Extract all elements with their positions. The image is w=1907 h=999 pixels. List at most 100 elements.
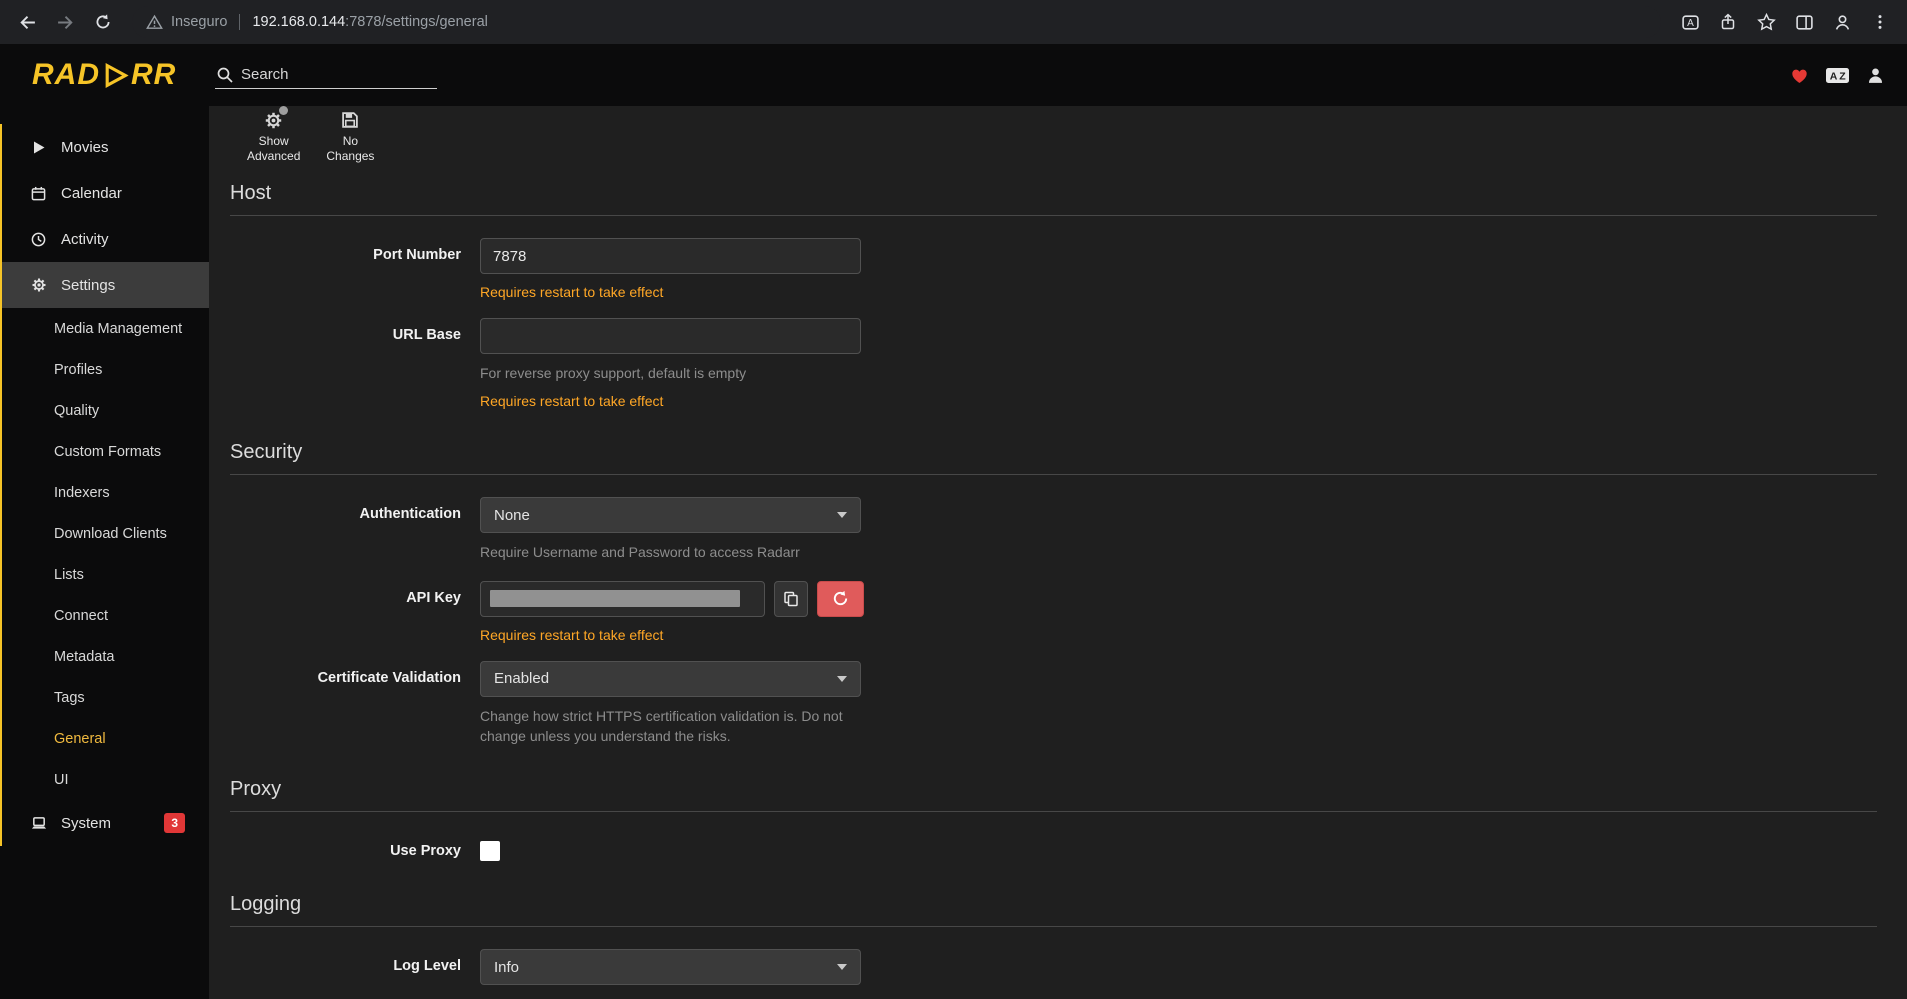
authentication-value: None [494,507,530,524]
port-number-label: Port Number [230,238,480,300]
sub-item-label: Profiles [54,362,102,378]
url-base-label: URL Base [230,318,480,409]
no-changes-label-2: Changes [326,149,374,163]
user-menu-button[interactable] [1866,66,1885,85]
logo-play-icon [102,62,129,89]
sub-item-label: Tags [54,690,85,706]
chevron-down-icon [837,676,847,682]
sidebar-item-metadata[interactable]: Metadata [2,636,209,677]
address-bar[interactable]: Inseguro 192.168.0.144:7878/settings/gen… [132,6,1661,38]
sub-item-label: Indexers [54,485,110,501]
api-key-row: API Key Re [230,581,1877,643]
certificate-validation-label: Certificate Validation [230,661,480,747]
sidebar-item-lists[interactable]: Lists [2,554,209,595]
show-advanced-button[interactable]: Show Advanced [239,106,308,167]
browser-menu-button[interactable] [1863,5,1897,39]
use-proxy-checkbox[interactable] [480,841,500,861]
sub-item-label: Lists [54,567,84,583]
sidebar-item-calendar[interactable]: Calendar [2,170,209,216]
sidebar-item-indexers[interactable]: Indexers [2,472,209,513]
main-panel: Show Advanced No Changes Host Port Numb [209,106,1907,999]
browser-chrome: Inseguro 192.168.0.144:7878/settings/gen… [0,0,1907,44]
port-number-input[interactable] [480,238,861,274]
sidebar-item-activity[interactable]: Activity [2,216,209,262]
certificate-validation-help: Change how strict HTTPS certification va… [480,706,865,747]
log-level-value: Info [494,959,519,976]
log-level-select[interactable]: Info [480,949,861,985]
address-divider [239,14,240,30]
settings-submenu: Media Management Profiles Quality Custom… [2,308,209,800]
section-title-host: Host [230,182,1877,216]
save-changes-button[interactable]: No Changes [318,106,382,167]
url-path: :7878/settings/general [345,14,488,30]
sidebar-item-tags[interactable]: Tags [2,677,209,718]
radarr-logo[interactable]: RAD RR [32,60,176,90]
browser-profile-button[interactable] [1825,5,1859,39]
sidebar-item-media-management[interactable]: Media Management [2,308,209,349]
sidebar-item-system[interactable]: System 3 [2,800,209,846]
logo-text-right: RR [131,60,176,90]
url-base-row: URL Base For reverse proxy support, defa… [230,318,1877,409]
user-icon [1866,66,1885,85]
section-logging: Logging Log Level Info [230,893,1877,985]
authentication-label: Authentication [230,497,480,562]
not-secure-icon [146,14,163,31]
advanced-badge-dot [279,106,288,115]
settings-general-content: Host Port Number Requires restart to tak… [209,166,1907,999]
sidebar-item-general[interactable]: General [2,718,209,759]
log-level-row: Log Level Info [230,949,1877,985]
show-advanced-label-2: Advanced [247,149,300,163]
donate-button[interactable] [1790,67,1809,84]
refresh-icon [832,590,849,607]
sub-item-label: Media Management [54,321,182,337]
url-text: 192.168.0.144:7878/settings/general [252,14,487,30]
sidebar-item-quality[interactable]: Quality [2,390,209,431]
browser-split-view-button[interactable] [1787,5,1821,39]
sidebar-item-custom-formats[interactable]: Custom Formats [2,431,209,472]
section-host: Host Port Number Requires restart to tak… [230,182,1877,409]
sidebar-item-label: Activity [61,231,209,248]
certificate-validation-row: Certificate Validation Enabled Change ho… [230,661,1877,747]
url-host: 192.168.0.144 [252,14,345,30]
chevron-down-icon [837,512,847,518]
browser-forward-button[interactable] [48,5,82,39]
sidebar-item-label: Movies [61,139,209,156]
url-base-input[interactable] [480,318,861,354]
search-icon [217,67,233,83]
reload-icon [94,13,112,31]
section-title-security: Security [230,441,1877,475]
authentication-select[interactable]: None [480,497,861,533]
star-icon [1757,13,1776,32]
sub-item-label: Download Clients [54,526,167,542]
sidebar-item-profiles[interactable]: Profiles [2,349,209,390]
certificate-validation-select[interactable]: Enabled [480,661,861,697]
browser-translate-button[interactable]: A [1673,5,1707,39]
browser-reload-button[interactable] [86,5,120,39]
url-base-restart-warning: Requires restart to take effect [480,393,1877,409]
api-key-input[interactable] [480,581,765,617]
translate-page-button[interactable]: AZ [1825,66,1850,85]
split-view-icon [1795,13,1814,32]
copy-api-key-button[interactable] [774,581,808,617]
sidebar-item-movies[interactable]: Movies [2,124,209,170]
sidebar-item-settings[interactable]: Settings [2,262,209,308]
sidebar-item-ui[interactable]: UI [2,759,209,800]
calendar-icon [30,186,47,201]
sub-item-label: Connect [54,608,108,624]
show-advanced-label-1: Show [247,134,300,148]
heart-icon [1790,67,1809,84]
copy-icon [783,591,799,607]
regenerate-api-key-button[interactable] [817,581,864,617]
translate-icon: A [1681,13,1700,32]
api-key-label: API Key [230,581,480,643]
sidebar-item-download-clients[interactable]: Download Clients [2,513,209,554]
port-number-row: Port Number Requires restart to take eff… [230,238,1877,300]
laptop-icon [30,816,47,831]
search-box [215,62,437,89]
section-title-proxy: Proxy [230,778,1877,812]
sidebar-item-connect[interactable]: Connect [2,595,209,636]
browser-share-button[interactable] [1711,5,1745,39]
browser-back-button[interactable] [10,5,44,39]
search-input[interactable] [241,66,411,83]
browser-bookmark-button[interactable] [1749,5,1783,39]
